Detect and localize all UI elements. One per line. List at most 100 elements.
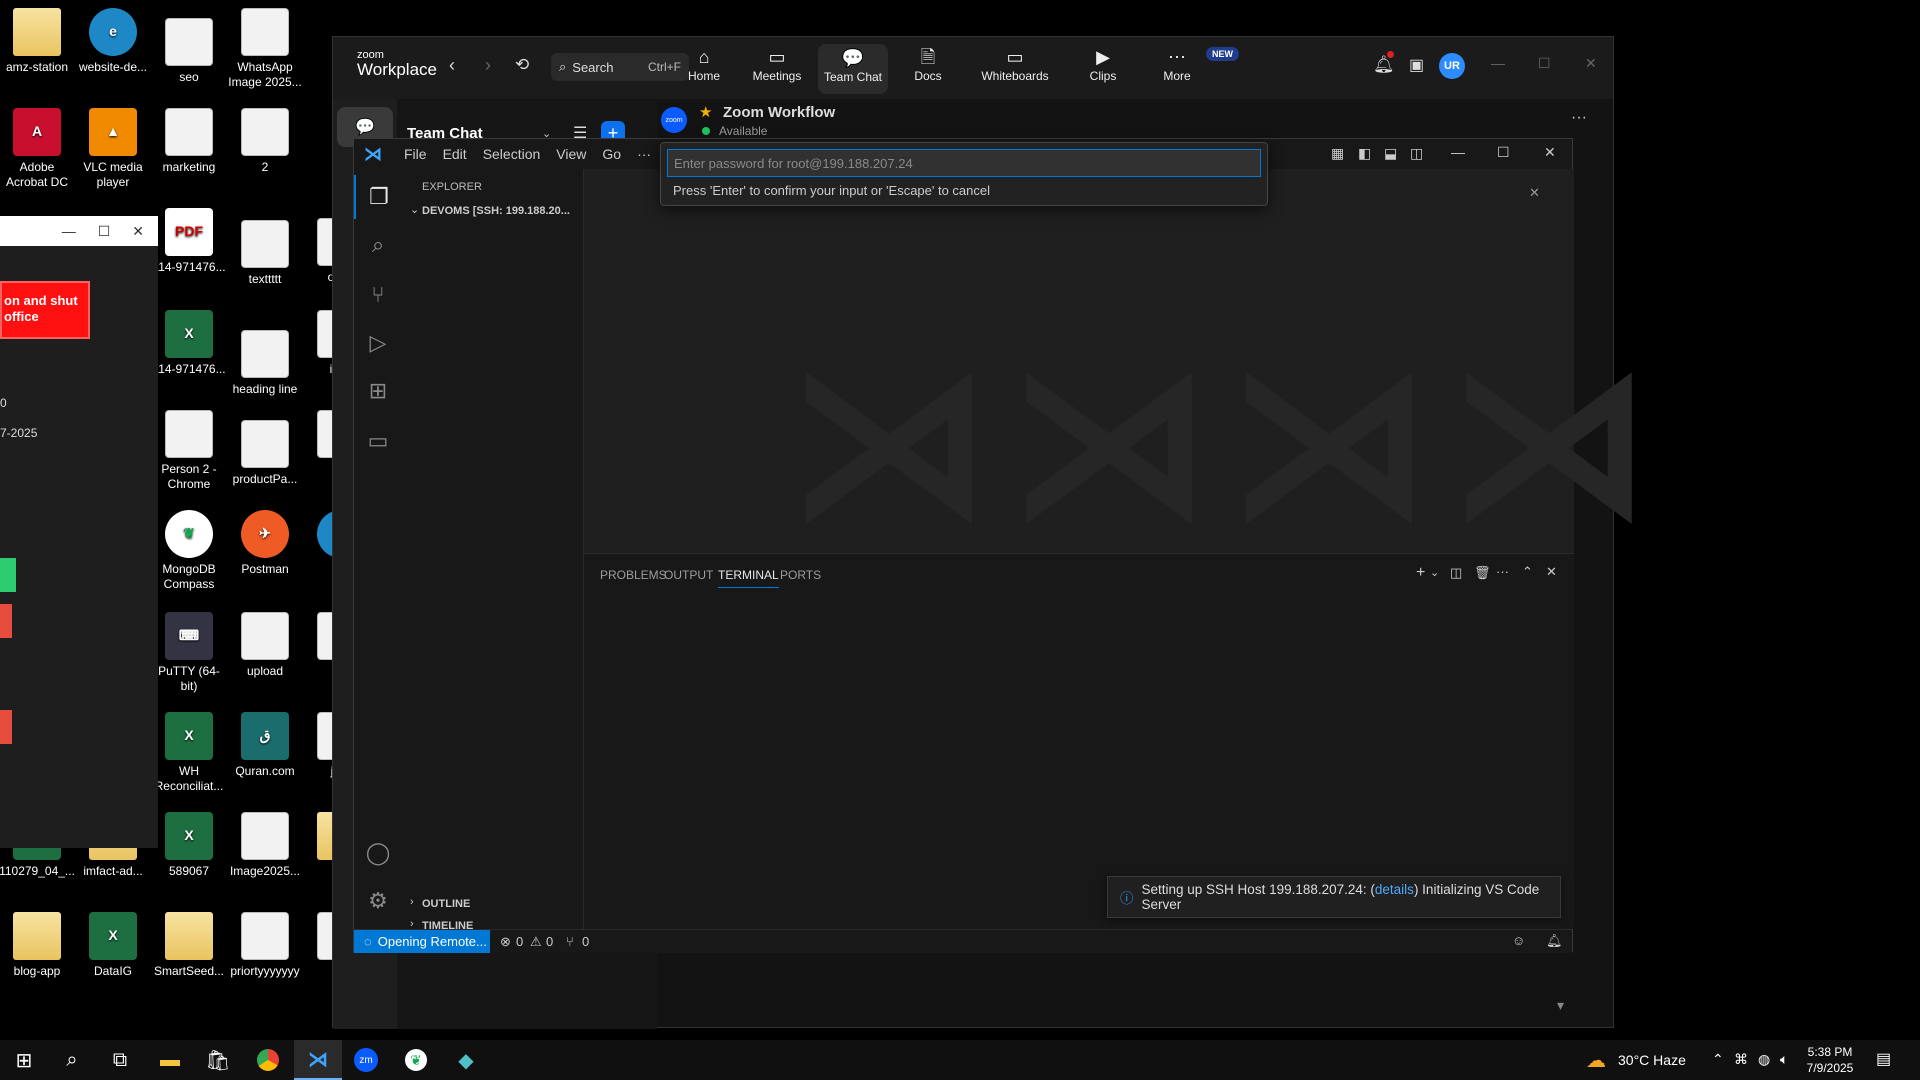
extensions-icon[interactable]: ⊞ [354, 369, 402, 413]
desktop-icon[interactable]: PDF 114-971476... [151, 208, 227, 275]
forward-arrow-icon[interactable]: › [485, 55, 491, 76]
channel-name[interactable]: Zoom Workflow [723, 104, 835, 121]
action-center-icon[interactable]: ▤ [1876, 1049, 1891, 1069]
desktop-icon[interactable]: productPa... [227, 420, 303, 487]
bell-icon[interactable]: 🔔︎ [1373, 55, 1395, 75]
desktop-icon[interactable]: Person 2 - Chrome [151, 410, 227, 492]
desktop-icon[interactable]: X WH Reconciliat... [151, 712, 227, 794]
trash-icon[interactable]: 🗑︎ [1474, 565, 1491, 581]
panel-tab-problems[interactable]: PROBLEMS [600, 568, 667, 582]
remote-indicator[interactable]: ◌ Opening Remote... [354, 930, 490, 953]
source-control-icon[interactable]: ⑂ [354, 273, 402, 317]
password-input[interactable] [667, 149, 1261, 177]
star-icon[interactable]: ★ [699, 103, 712, 121]
desktop-icon[interactable]: ⌨ PuTTY (64-bit) [151, 612, 227, 694]
task-view-icon[interactable]: ⧉ [96, 1040, 144, 1080]
desktop-icon[interactable]: seo [151, 18, 227, 85]
ports-count[interactable]: 0 [582, 934, 589, 949]
app-taskbar-icon[interactable]: ◆ [442, 1040, 490, 1080]
notifications-bell-icon[interactable]: 🔔︎ [1546, 933, 1563, 949]
back-arrow-icon[interactable]: ‹ [449, 55, 455, 76]
format-icon[interactable]: ▾ [1557, 997, 1564, 1014]
desktop-icon[interactable]: WhatsApp Image 2025... [227, 8, 303, 90]
start-button-icon[interactable]: ⊞ [0, 1040, 48, 1080]
settings-gear-icon[interactable]: ⚙ [354, 879, 402, 923]
zoom-minimize-icon[interactable]: — [1491, 55, 1505, 71]
panel-tab-terminal[interactable]: TERMINAL [718, 568, 779, 588]
workspace-folder[interactable]: DEVOMS [SSH: 199.188.20... [422, 205, 570, 217]
panel-tab-output[interactable]: OUTPUT [664, 568, 713, 582]
vscode-close-icon[interactable]: ✕ [1544, 144, 1556, 161]
split-terminal-icon[interactable]: ◫ [1450, 565, 1462, 581]
desktop-icon[interactable]: blog-app [0, 912, 75, 979]
maximize-icon[interactable]: ☐ [98, 223, 111, 240]
menu-more[interactable]: ··· [637, 146, 651, 162]
vscode-maximize-icon[interactable]: ☐ [1497, 144, 1510, 161]
nav-home[interactable]: ⌂ Home [669, 45, 739, 83]
desktop-icon[interactable]: SmartSeed... [151, 912, 227, 979]
network-icon[interactable]: ⌘ [1734, 1051, 1748, 1068]
volume-icon[interactable]: 🔈︎ [1780, 1051, 1788, 1068]
desktop-icon[interactable]: X 589067 [151, 812, 227, 879]
desktop-icon[interactable]: heading line [227, 330, 303, 397]
close-editor-icon[interactable]: ✕ [1529, 185, 1540, 201]
search-taskbar-icon[interactable]: ⌕ [48, 1040, 96, 1080]
menu-go[interactable]: Go [602, 146, 621, 162]
nav-clips[interactable]: ▶ Clips [1068, 45, 1138, 83]
globe-icon[interactable]: ◍ [1758, 1051, 1770, 1068]
close-icon[interactable]: ✕ [132, 223, 144, 240]
nav-team-chat[interactable]: 💬 Team Chat [818, 44, 888, 94]
explorer-icon[interactable]: ❐ [354, 175, 402, 219]
accounts-icon[interactable]: ◯ [354, 831, 402, 875]
copilot-icon[interactable]: ☺ [1512, 933, 1525, 948]
clock[interactable]: 5:38 PM 7/9/2025 [1800, 1044, 1860, 1076]
menu-file[interactable]: File [404, 146, 427, 162]
zoom-close-icon[interactable]: ✕ [1585, 55, 1597, 72]
panel-tab-ports[interactable]: PORTS [780, 568, 821, 582]
desktop-icon[interactable]: texttttt [227, 220, 303, 287]
desktop-icon[interactable]: X 114-971476... [151, 310, 227, 377]
minimize-icon[interactable]: — [62, 223, 76, 239]
chevron-up-icon[interactable]: ⌃ [1712, 1051, 1724, 1068]
chevron-right-icon[interactable]: › [410, 896, 414, 908]
nav-meetings[interactable]: ▭ Meetings [742, 45, 812, 83]
shutdown-button[interactable]: on and shut office [0, 281, 90, 339]
store-icon[interactable]: 🛍︎ [194, 1040, 242, 1080]
desktop-icon[interactable]: priortyyyyyyy [227, 912, 303, 979]
layout-icon[interactable]: ▦ [1331, 145, 1344, 162]
desktop-icon[interactable]: marketing [151, 108, 227, 175]
desktop-icon[interactable]: e website-de... [75, 8, 151, 75]
run-debug-icon[interactable]: ▷ [354, 321, 402, 365]
zoom-maximize-icon[interactable]: ☐ [1538, 55, 1551, 72]
zoom-taskbar-icon[interactable]: zm [342, 1040, 390, 1080]
desktop-icon[interactable]: 2 [227, 108, 303, 175]
menu-view[interactable]: View [556, 146, 586, 162]
weather-text[interactable]: 30°C Haze [1618, 1052, 1686, 1068]
warning-count[interactable]: 0 [546, 934, 553, 949]
more-options-icon[interactable]: ··· [1571, 109, 1587, 127]
close-panel-icon[interactable]: ✕ [1546, 564, 1557, 580]
history-icon[interactable]: ⟲ [515, 55, 529, 75]
new-terminal-icon[interactable]: + [1416, 564, 1425, 582]
mongodb-taskbar-icon[interactable]: ❦ [392, 1040, 440, 1080]
details-link[interactable]: details [1375, 882, 1414, 897]
calendar-icon[interactable]: ▣ [1409, 55, 1424, 75]
error-count[interactable]: 0 [516, 934, 523, 949]
menu-selection[interactable]: Selection [483, 146, 541, 162]
outline-section[interactable]: OUTLINE [422, 898, 470, 910]
nav-docs[interactable]: 🗎 Docs [893, 45, 963, 83]
search-activity-icon[interactable]: ⌕ [354, 223, 402, 267]
desktop-icon[interactable]: ✈ Postman [227, 510, 303, 577]
toggle-sidebar-icon[interactable]: ◧ [1358, 145, 1371, 162]
file-explorer-icon[interactable]: ▬ [146, 1040, 194, 1080]
vscode-taskbar-icon[interactable]: ⋊ [294, 1040, 342, 1080]
vscode-minimize-icon[interactable]: — [1451, 144, 1465, 160]
desktop-icon[interactable]: ق Quran.com [227, 712, 303, 779]
chrome-icon[interactable] [244, 1040, 292, 1080]
toggle-panel-icon[interactable]: ⬓ [1384, 145, 1397, 162]
desktop-icon[interactable]: ❦ MongoDB Compass [151, 510, 227, 592]
nav-more[interactable]: ⋯ More [1142, 45, 1212, 83]
chevron-down-icon[interactable]: ⌄ [410, 203, 419, 216]
menu-edit[interactable]: Edit [443, 146, 467, 162]
nav-whiteboards[interactable]: ▭ Whiteboards [980, 45, 1050, 83]
